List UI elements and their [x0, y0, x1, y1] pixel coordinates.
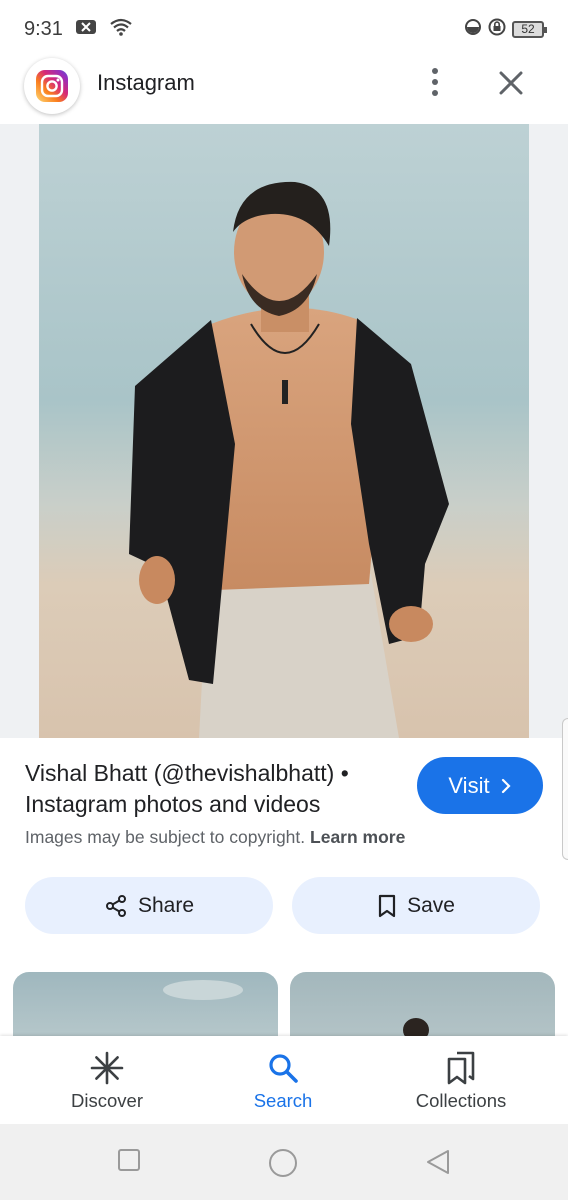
share-label: Share	[137, 893, 195, 917]
close-icon	[499, 71, 523, 95]
system-navigation-bar	[0, 1124, 568, 1200]
copyright-notice: Images may be subject to copyright. Lear…	[25, 827, 405, 848]
save-button[interactable]: Save	[292, 877, 540, 934]
page-title: Instagram	[97, 70, 195, 95]
copyright-text: Images may be subject to copyright.	[25, 827, 306, 847]
nav-search[interactable]: Search	[208, 1036, 358, 1124]
visit-button[interactable]: Visit	[417, 757, 543, 814]
data-saver-icon	[464, 18, 482, 41]
lock-icon	[488, 18, 506, 41]
result-title[interactable]: Vishal Bhatt (@thevishalbhatt) • Instagr…	[25, 758, 405, 820]
chevron-right-icon	[501, 778, 511, 793]
status-time: 9:31	[24, 17, 63, 40]
status-bar: 9:31 52	[0, 0, 568, 58]
share-button[interactable]: Share	[25, 877, 273, 934]
related-image[interactable]	[290, 972, 555, 1042]
scroll-handle[interactable]	[562, 718, 568, 860]
nav-search-label: Search	[253, 1090, 313, 1111]
back-button[interactable]	[424, 1148, 452, 1181]
bottom-navigation: Discover Search Collections	[0, 1036, 568, 1124]
nav-collections-label: Collections	[415, 1090, 507, 1111]
more-options-button[interactable]	[420, 64, 450, 104]
related-image[interactable]	[13, 972, 278, 1042]
home-button[interactable]	[268, 1148, 298, 1183]
battery-indicator: 52	[512, 20, 547, 38]
nav-discover-label: Discover	[71, 1090, 143, 1111]
visit-label: Visit	[448, 772, 490, 798]
asterisk-icon	[90, 1050, 124, 1086]
square-icon	[118, 1149, 140, 1171]
share-icon	[105, 894, 126, 917]
instagram-logo	[24, 58, 80, 114]
notification-icon	[75, 19, 97, 40]
learn-more-link[interactable]: Learn more	[310, 827, 405, 847]
circle-icon	[269, 1149, 297, 1177]
close-button[interactable]	[494, 66, 528, 100]
wifi-icon	[109, 18, 133, 41]
more-vert-icon	[432, 68, 438, 96]
save-label: Save	[407, 893, 455, 917]
nav-collections[interactable]: Collections	[386, 1036, 536, 1124]
app-bar: Instagram	[0, 58, 568, 124]
search-icon	[267, 1050, 299, 1086]
result-photo[interactable]	[39, 124, 529, 738]
nav-discover[interactable]: Discover	[32, 1036, 182, 1124]
recents-button[interactable]	[117, 1148, 141, 1177]
collections-icon	[445, 1050, 477, 1086]
image-viewer[interactable]	[0, 124, 568, 860]
triangle-back-icon	[427, 1150, 449, 1174]
bookmark-icon	[378, 894, 396, 917]
